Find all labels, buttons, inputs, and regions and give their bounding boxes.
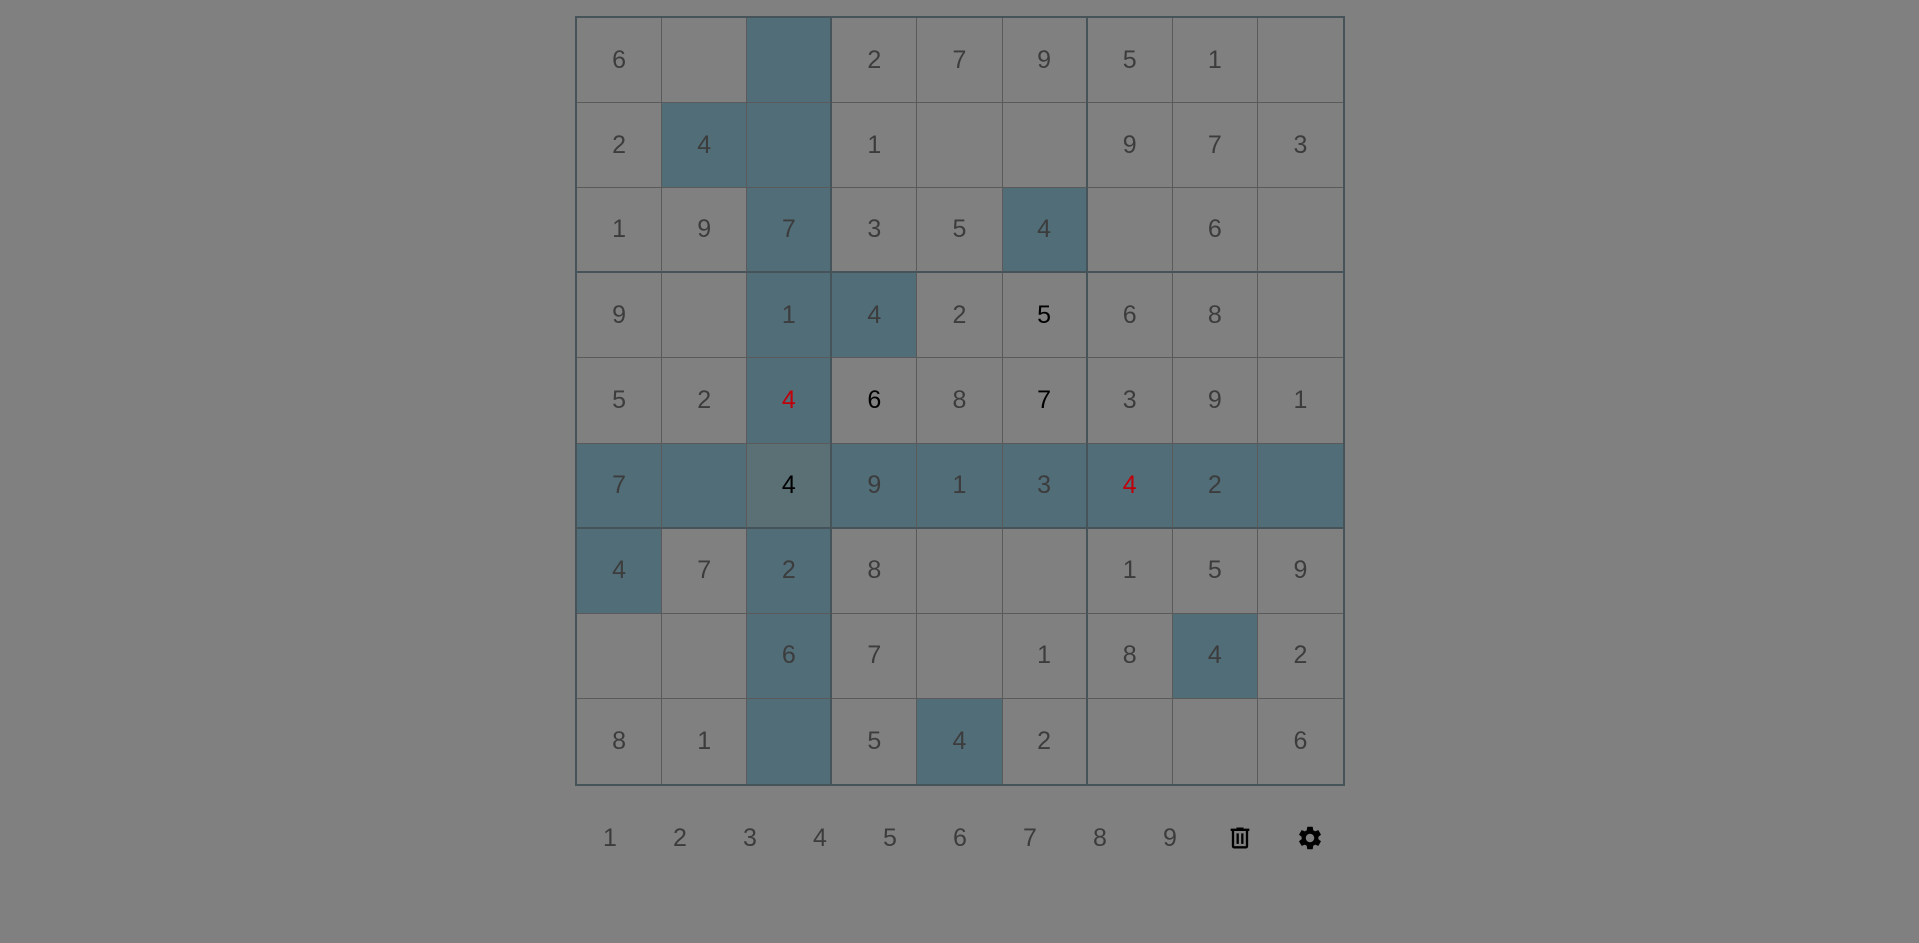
cell-r8-c5[interactable]: [917, 613, 1003, 699]
number-button-6[interactable]: 6: [925, 808, 995, 868]
number-button-9[interactable]: 9: [1135, 808, 1205, 868]
cell-r5-c1[interactable]: 5: [577, 358, 663, 444]
cell-r8-c9[interactable]: 2: [1257, 614, 1343, 699]
cell-r7-c1[interactable]: 4: [577, 528, 663, 614]
cell-r6-c5[interactable]: 1: [917, 443, 1003, 529]
cell-r4-c2[interactable]: [662, 273, 748, 359]
number-button-8[interactable]: 8: [1065, 808, 1135, 868]
cell-r2-c5[interactable]: [917, 103, 1003, 189]
cell-r9-c3[interactable]: [747, 698, 833, 784]
cell-r7-c3[interactable]: 2: [747, 528, 833, 614]
cell-r6-c6[interactable]: 3: [1002, 443, 1088, 529]
cell-r5-c6[interactable]: 7: [1002, 358, 1088, 444]
cell-r4-c3[interactable]: 1: [747, 273, 833, 359]
cell-r6-c1[interactable]: 7: [577, 443, 663, 529]
cell-r2-c8[interactable]: 7: [1172, 103, 1258, 189]
cell-r3-c1[interactable]: 1: [577, 188, 663, 274]
cell-r7-c6[interactable]: [1002, 528, 1088, 614]
cell-r7-c4[interactable]: 8: [832, 528, 918, 614]
cell-r5-c7[interactable]: 3: [1087, 358, 1173, 444]
cell-r8-c2[interactable]: [662, 613, 748, 699]
cell-r8-c3[interactable]: 6: [747, 613, 833, 699]
cell-r9-c1[interactable]: 8: [577, 698, 663, 784]
cell-r7-c5[interactable]: [917, 528, 1003, 614]
cell-r8-c4[interactable]: 7: [832, 613, 918, 699]
number-button-7[interactable]: 7: [995, 808, 1065, 868]
cell-r9-c9[interactable]: 6: [1258, 699, 1343, 784]
cell-r6-c3[interactable]: 4: [747, 443, 833, 529]
cell-r3-c9[interactable]: [1257, 188, 1343, 274]
cell-r2-c1[interactable]: 2: [577, 103, 663, 189]
cell-r3-c2[interactable]: 9: [662, 188, 748, 274]
cell-r4-c1[interactable]: 9: [577, 273, 663, 359]
cell-r2-c3[interactable]: [747, 103, 833, 189]
cell-r4-c5[interactable]: 2: [917, 273, 1003, 359]
trash-icon: [1226, 824, 1254, 852]
settings-button[interactable]: [1275, 808, 1345, 868]
number-pad: 123456789: [575, 808, 1345, 868]
cell-r1-c6[interactable]: 9: [1002, 18, 1088, 104]
cell-r4-c9[interactable]: [1257, 273, 1343, 359]
cell-r1-c4[interactable]: 2: [832, 18, 918, 104]
cell-r5-c5[interactable]: 8: [917, 358, 1003, 444]
gear-icon: [1296, 824, 1324, 852]
cell-r5-c4[interactable]: 6: [832, 358, 918, 444]
cell-r6-c9[interactable]: [1257, 443, 1343, 529]
cell-r7-c9[interactable]: 9: [1257, 529, 1343, 614]
cell-r9-c8[interactable]: [1173, 698, 1258, 784]
cell-r4-c4[interactable]: 4: [832, 273, 918, 359]
cell-r6-c7[interactable]: 4: [1087, 443, 1173, 529]
cell-r1-c2[interactable]: [662, 18, 748, 104]
number-button-2[interactable]: 2: [645, 808, 715, 868]
number-button-5[interactable]: 5: [855, 808, 925, 868]
cell-r2-c2[interactable]: 4: [662, 103, 748, 189]
cell-r2-c4[interactable]: 1: [832, 103, 918, 189]
cell-r6-c2[interactable]: [662, 443, 748, 529]
cell-r5-c3[interactable]: 4: [747, 358, 833, 444]
cell-r2-c9[interactable]: 3: [1257, 103, 1343, 189]
cell-r8-c6[interactable]: 1: [1002, 613, 1088, 699]
cell-r9-c2[interactable]: 1: [662, 698, 748, 784]
cell-r8-c7[interactable]: 8: [1087, 613, 1173, 699]
cell-r1-c8[interactable]: 1: [1172, 18, 1258, 104]
cell-r9-c4[interactable]: 5: [832, 698, 918, 784]
number-button-4[interactable]: 4: [785, 808, 855, 868]
cell-r3-c3[interactable]: 7: [747, 188, 833, 274]
cell-r5-c8[interactable]: 9: [1172, 358, 1258, 444]
cell-r4-c7[interactable]: 6: [1087, 273, 1173, 359]
cell-r6-c8[interactable]: 2: [1172, 443, 1258, 529]
cell-r1-c9[interactable]: [1257, 18, 1343, 104]
cell-r2-c6[interactable]: [1002, 103, 1088, 189]
cell-r1-c3[interactable]: [747, 18, 833, 104]
cell-r4-c6[interactable]: 5: [1002, 273, 1088, 359]
cell-r1-c1[interactable]: 6: [577, 18, 663, 104]
cell-r1-c5[interactable]: 7: [917, 18, 1003, 104]
cell-r4-c8[interactable]: 8: [1172, 273, 1258, 359]
cell-r3-c6[interactable]: 4: [1002, 188, 1088, 274]
number-button-1[interactable]: 1: [575, 808, 645, 868]
cell-r6-c4[interactable]: 9: [832, 443, 918, 529]
cell-r9-c6[interactable]: 2: [1003, 698, 1088, 784]
cell-r2-c7[interactable]: 9: [1087, 103, 1173, 189]
number-button-3[interactable]: 3: [715, 808, 785, 868]
cell-r3-c5[interactable]: 5: [917, 188, 1003, 274]
cell-r3-c8[interactable]: 6: [1172, 188, 1258, 274]
cell-r9-c5[interactable]: 4: [917, 698, 1003, 784]
cell-r3-c4[interactable]: 3: [832, 188, 918, 274]
cell-r8-c1[interactable]: [577, 613, 663, 699]
cell-r1-c7[interactable]: 5: [1087, 18, 1173, 104]
delete-button[interactable]: [1205, 808, 1275, 868]
cell-r9-c7[interactable]: [1088, 698, 1173, 784]
cell-r5-c2[interactable]: 2: [662, 358, 748, 444]
sudoku-board: 6279512419731973546914256852468739174913…: [575, 16, 1345, 786]
cell-r5-c9[interactable]: 1: [1257, 358, 1343, 444]
cell-r7-c8[interactable]: 5: [1172, 528, 1258, 614]
cell-r7-c2[interactable]: 7: [662, 528, 748, 614]
cell-r8-c8[interactable]: 4: [1172, 613, 1258, 699]
cell-r3-c7[interactable]: [1087, 188, 1173, 274]
cell-r7-c7[interactable]: 1: [1087, 528, 1173, 614]
